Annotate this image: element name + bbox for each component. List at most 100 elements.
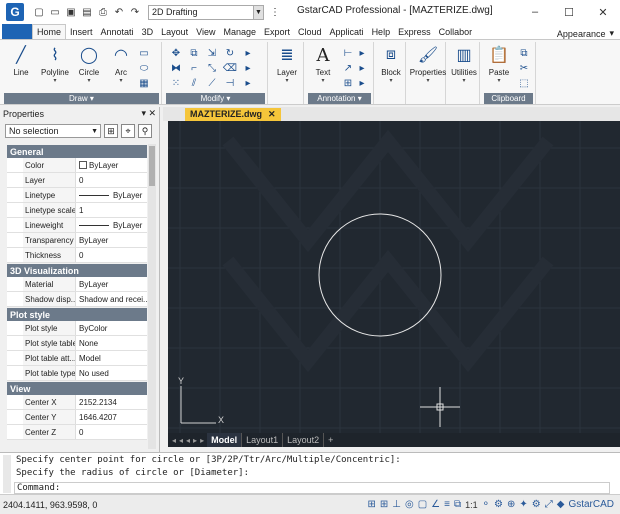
select-objects-icon[interactable]: ⌖	[121, 124, 135, 138]
property-value[interactable]: 0	[76, 173, 147, 187]
circle-button[interactable]: ◯ Circle ▾	[74, 44, 104, 90]
copy-clip-icon[interactable]: ⧉	[516, 46, 532, 61]
properties-scrollbar[interactable]	[148, 144, 156, 449]
property-value[interactable]: 2152.2134	[76, 395, 147, 409]
tab-export[interactable]: Export	[260, 24, 294, 39]
tab-3d[interactable]: 3D	[138, 24, 158, 39]
tab-annotation[interactable]: Annotati	[97, 24, 138, 39]
properties-section-header[interactable]: View	[7, 382, 147, 395]
save-as-icon[interactable]: ▤	[80, 5, 94, 19]
utilities-button[interactable]: ▥ Utilities ▾	[449, 44, 479, 90]
text-button[interactable]: A Text ▾	[308, 44, 338, 90]
cut-icon[interactable]: ✂	[516, 61, 532, 76]
pickadd-icon[interactable]: ⊞	[104, 124, 118, 138]
command-window-grip[interactable]	[3, 455, 11, 493]
modify-group-label[interactable]: Modify ▾	[166, 93, 265, 104]
application-menu-button[interactable]	[2, 24, 32, 39]
more-icon[interactable]: ▸	[358, 76, 366, 91]
tab-help[interactable]: Help	[368, 24, 395, 39]
property-value[interactable]: No used	[76, 366, 147, 380]
property-row[interactable]: Layer 0	[7, 173, 147, 188]
tab-express[interactable]: Express	[394, 24, 435, 39]
property-value[interactable]: None	[76, 336, 147, 350]
quick-select-icon[interactable]: ⚲	[138, 124, 152, 138]
rotate-icon[interactable]: ↻	[222, 46, 238, 61]
tab-model[interactable]: Model	[207, 433, 242, 447]
workspace-icon[interactable]: ⚙	[532, 499, 541, 510]
trim-icon[interactable]: ⟋	[204, 76, 220, 91]
property-value[interactable]: Shadow and recei...	[76, 292, 147, 306]
gear-icon[interactable]: ⚙	[494, 499, 503, 510]
offset-icon[interactable]: ⫽	[186, 76, 202, 91]
block-button[interactable]: ⧈ Block ▾	[376, 44, 406, 90]
maximize-button[interactable]: ☐	[552, 0, 586, 24]
close-icon[interactable]: ✕	[268, 109, 276, 120]
app-logo-icon[interactable]: G	[6, 3, 24, 21]
osnap-icon[interactable]: ▢	[418, 499, 427, 510]
command-input[interactable]: Command:	[14, 482, 610, 494]
close-button[interactable]: ✕	[586, 0, 620, 24]
more-icon[interactable]: ▸	[240, 46, 256, 61]
tab-collaboration[interactable]: Collabor	[435, 24, 477, 39]
scrollbar-thumb[interactable]	[149, 146, 155, 186]
property-row[interactable]: Center X 2152.2134	[7, 395, 147, 410]
property-row[interactable]: Shadow disp... Shadow and recei...	[7, 292, 147, 307]
draw-group-label[interactable]: Draw ▾	[4, 93, 159, 104]
properties-section-header[interactable]: 3D Visualization	[7, 264, 147, 277]
fillet-icon[interactable]: ⌐	[186, 61, 202, 76]
match-icon[interactable]: ⬚	[516, 76, 532, 91]
property-row[interactable]: Plot table att... Model	[7, 351, 147, 366]
copy-icon[interactable]: ⧉	[186, 46, 202, 61]
tab-home[interactable]: Home	[32, 24, 67, 39]
customize-qat-icon[interactable]: ⋮	[270, 7, 280, 18]
more-icon[interactable]: ▸	[240, 61, 256, 76]
document-tab[interactable]: MAZTERIZE.dwg ✕	[185, 107, 281, 121]
dimension-icon[interactable]: ⊢	[340, 46, 356, 61]
line-button[interactable]: ╱ Line	[6, 44, 36, 90]
move-icon[interactable]: ✥	[168, 46, 184, 61]
property-value[interactable]: 1646.4207	[76, 410, 147, 424]
properties-button[interactable]: 🖌 Properties ▾	[410, 44, 446, 90]
property-value[interactable]: ByLayer	[76, 188, 147, 202]
new-file-icon[interactable]: ▢	[32, 5, 46, 19]
lightbulb-icon[interactable]: ✦	[519, 499, 527, 510]
panel-close-icon[interactable]: ▾ ✕	[141, 108, 156, 119]
paste-button[interactable]: 📋 Paste ▾	[484, 44, 514, 90]
property-row[interactable]: Plot style table None	[7, 336, 147, 351]
polar-icon[interactable]: ◎	[405, 499, 414, 510]
property-row[interactable]: Thickness 0	[7, 248, 147, 263]
tab-view[interactable]: View	[192, 24, 219, 39]
selection-dropdown[interactable]: No selection ▼	[5, 124, 101, 138]
snap-icon[interactable]: ⊞	[367, 499, 375, 510]
property-value[interactable]: Model	[76, 351, 147, 365]
open-file-icon[interactable]: ▭	[48, 5, 62, 19]
properties-section-header[interactable]: General	[7, 145, 147, 158]
leader-icon[interactable]: ↗	[340, 61, 356, 76]
annotation-visibility-icon[interactable]: ⚬	[482, 499, 490, 510]
mirror-icon[interactable]: ⧓	[168, 61, 184, 76]
extend-icon[interactable]: ⊣	[222, 76, 238, 91]
property-value[interactable]: 0	[76, 425, 147, 439]
selection-cycling-icon[interactable]: ⧉	[454, 499, 461, 510]
redo-icon[interactable]: ↷	[128, 5, 142, 19]
property-value[interactable]: 0	[76, 248, 147, 262]
drawing-canvas[interactable]: Y X	[168, 121, 620, 433]
property-row[interactable]: Lineweight ByLayer	[7, 218, 147, 233]
save-icon[interactable]: ▣	[64, 5, 78, 19]
print-icon[interactable]: ⎙	[96, 5, 110, 19]
more-icon[interactable]: ▸	[358, 46, 366, 61]
polyline-button[interactable]: ⌇ Polyline ▾	[38, 44, 72, 90]
property-row[interactable]: Linetype ByLayer	[7, 188, 147, 203]
annotation-scale[interactable]: 1:1	[465, 500, 478, 510]
properties-section-header[interactable]: Plot style	[7, 308, 147, 321]
property-value[interactable]: ByLayer	[76, 277, 147, 291]
property-row[interactable]: Plot style ByColor	[7, 321, 147, 336]
tab-layout2[interactable]: Layout2	[282, 433, 323, 447]
workspace-select[interactable]: 2D Drafting ▼	[148, 4, 264, 20]
undo-icon[interactable]: ↶	[112, 5, 126, 19]
property-row[interactable]: Material ByLayer	[7, 277, 147, 292]
property-value[interactable]: 1	[76, 203, 147, 217]
grid-icon[interactable]: ⊞	[380, 499, 388, 510]
tab-layout1[interactable]: Layout1	[241, 433, 282, 447]
property-row[interactable]: Center Y 1646.4207	[7, 410, 147, 425]
